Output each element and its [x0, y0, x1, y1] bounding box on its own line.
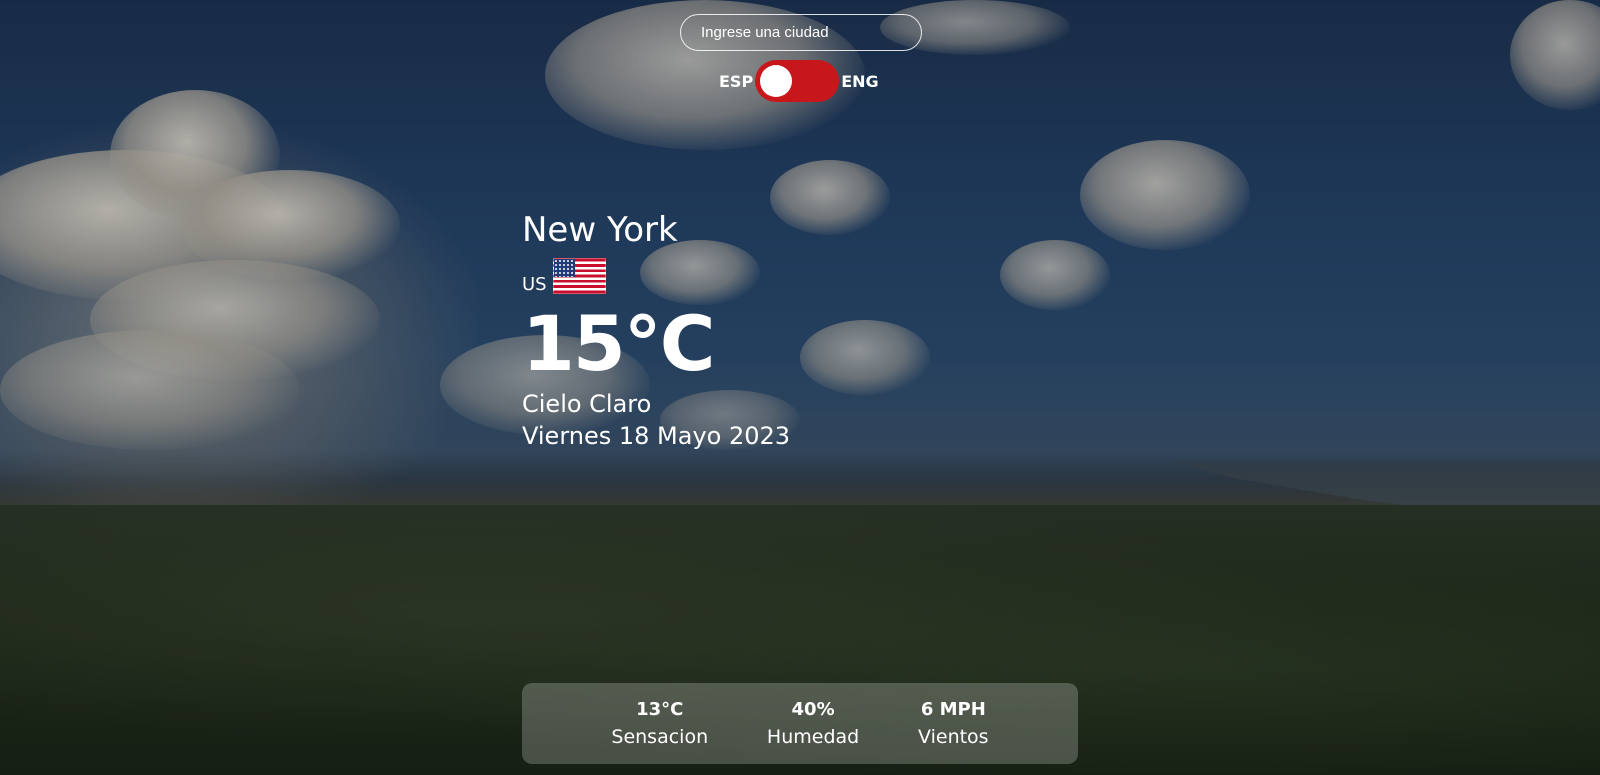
language-label-eng: ENG	[841, 71, 879, 91]
current-date: Viernes 18 Mayo 2023	[522, 422, 791, 450]
toggle-knob	[760, 65, 793, 97]
stat-humidity: 40% Humedad	[767, 697, 859, 751]
temperature: 15°C	[522, 299, 716, 388]
feels-like-label: Sensacion	[611, 725, 709, 748]
humidity-value: 40%	[791, 698, 835, 720]
language-switch: ESP ENG	[719, 60, 879, 102]
wind-value: 6 MPH	[920, 698, 986, 720]
stat-wind: 6 MPH Vientos	[918, 697, 989, 751]
country-code: US	[522, 274, 547, 295]
city-name: New York	[522, 210, 678, 250]
language-toggle[interactable]	[755, 60, 840, 102]
us-flag-icon	[552, 258, 606, 294]
stat-feels-like: 13°C Sensacion	[611, 697, 708, 751]
country-row: US	[522, 258, 790, 298]
background-photo	[0, 0, 1600, 775]
weather-description: Cielo Claro	[522, 390, 652, 418]
language-label-esp: ESP	[719, 71, 754, 91]
current-weather: New York US 15°C Cielo Claro Viernes 18 …	[522, 208, 790, 452]
humidity-label: Humedad	[766, 725, 860, 748]
wind-label: Vientos	[918, 725, 989, 748]
weather-app: ESP ENG New York US 15°C Cielo Claro Vie…	[0, 0, 1600, 775]
city-search-input[interactable]	[680, 14, 922, 51]
weather-stats-panel: 13°C Sensacion 40% Humedad 6 MPH Vientos	[522, 683, 1078, 764]
feels-like-value: 13°C	[636, 698, 684, 720]
